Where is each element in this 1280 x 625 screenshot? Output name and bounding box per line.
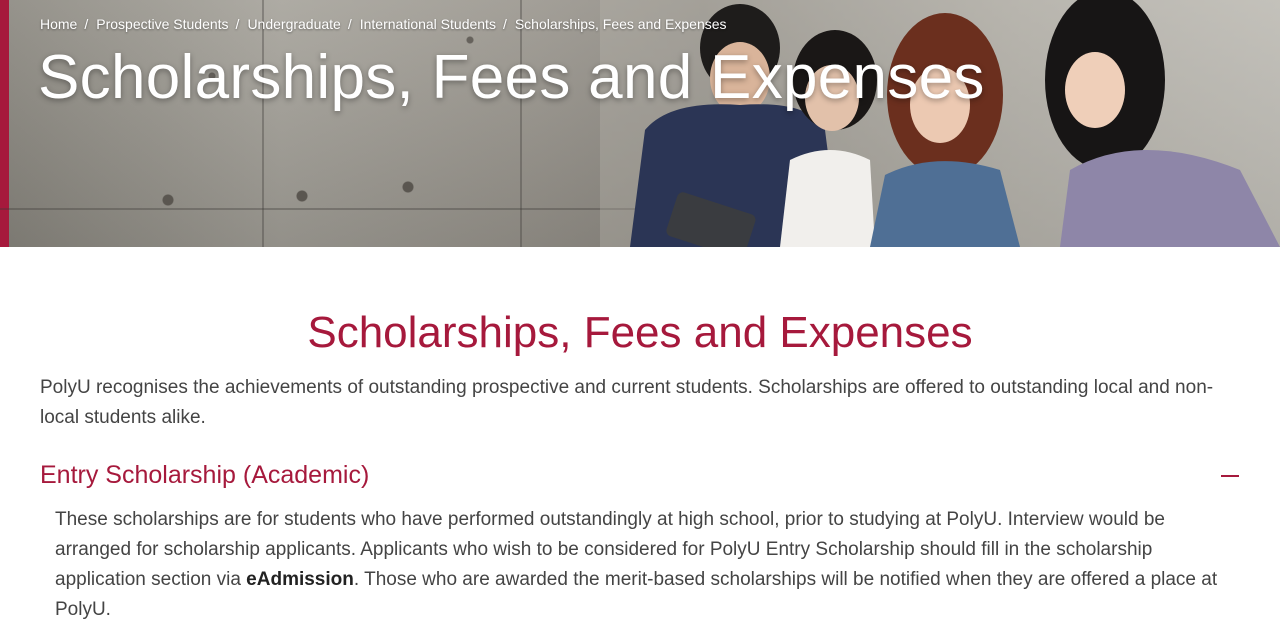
breadcrumb-separator: /	[235, 16, 240, 32]
hero-title: Scholarships, Fees and Expenses	[38, 43, 985, 112]
page-title: Scholarships, Fees and Expenses	[307, 308, 973, 357]
wall-seam	[0, 208, 640, 210]
breadcrumb-separator: /	[502, 16, 507, 32]
accordion-title: Entry Scholarship (Academic)	[40, 460, 370, 489]
accordion-header-entry-scholarship[interactable]: Entry Scholarship (Academic)	[40, 455, 1240, 495]
minus-icon[interactable]	[1219, 465, 1239, 485]
breadcrumb-separator: /	[84, 16, 89, 32]
breadcrumb-current-page: Scholarships, Fees and Expenses	[514, 16, 727, 32]
breadcrumb: Home / Prospective Students / Undergradu…	[40, 16, 727, 32]
intro-paragraph: PolyU recognises the achievements of out…	[40, 377, 1214, 428]
breadcrumb-undergraduate-link[interactable]: Undergraduate	[247, 16, 340, 32]
hero-photo-students	[600, 0, 1280, 247]
breadcrumb-international-students-link[interactable]: International Students	[360, 16, 496, 32]
breadcrumb-separator: /	[347, 16, 352, 32]
accordion-body: These scholarships are for students who …	[55, 505, 1225, 625]
eadmission-link[interactable]: eAdmission	[246, 569, 354, 590]
breadcrumb-prospective-students-link[interactable]: Prospective Students	[96, 16, 228, 32]
breadcrumb-home-link[interactable]: Home	[40, 16, 77, 32]
hero-banner: Home / Prospective Students / Undergradu…	[0, 0, 1280, 247]
